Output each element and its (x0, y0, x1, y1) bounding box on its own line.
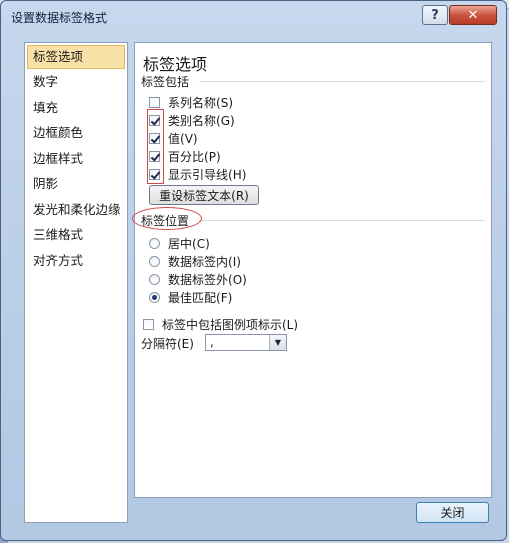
inside-end-label: 数据标签内 (168, 255, 229, 269)
separator-row: 分隔符(E) (141, 335, 194, 352)
best-fit-hotkey: (F) (216, 290, 233, 305)
outside-end-hotkey: (O) (228, 272, 247, 287)
sidebar-item-alignment[interactable]: 对齐方式 (25, 248, 127, 274)
sidebar-item-shadow[interactable]: 阴影 (25, 171, 127, 197)
sidebar-item-border-color[interactable]: 边框颜色 (25, 120, 127, 146)
category-sidebar: 标签选项 数字 填充 边框颜色 边框样式 阴影 发光和柔化边缘 三维格式 对齐方… (24, 42, 128, 523)
window-close-button[interactable]: ✕ (449, 5, 497, 25)
option-legend-key[interactable]: 标签中包括图例项标示(L) (143, 316, 298, 333)
dropdown-arrow-icon[interactable]: ▼ (269, 335, 286, 350)
close-button[interactable]: 关闭 (416, 502, 489, 523)
center-hotkey: (C) (192, 236, 210, 251)
legend-key-label: 标签中包括图例项标示(L) (162, 318, 299, 332)
separator-dropdown[interactable]: , ▼ (205, 334, 287, 351)
sidebar-item-label-options[interactable]: 标签选项 (27, 45, 125, 69)
help-icon: ? (431, 7, 439, 23)
position-inside-end[interactable]: 数据标签内 (I) (149, 253, 241, 270)
best-fit-label: 最佳匹配 (168, 291, 217, 305)
outside-end-label: 数据标签外 (168, 273, 229, 287)
series-name-hotkey: (S) (216, 95, 234, 110)
position-outside-end[interactable]: 数据标签外 (O) (149, 271, 247, 288)
percentage-hotkey: (P) (204, 149, 221, 164)
category-name-hotkey: (G) (216, 113, 235, 128)
sidebar-item-number[interactable]: 数字 (25, 69, 127, 95)
legend-key-checkbox[interactable] (143, 319, 154, 330)
inside-end-hotkey: (I) (228, 254, 241, 269)
outside-end-radio[interactable] (149, 274, 160, 285)
section-divider (199, 220, 485, 221)
series-name-checkbox[interactable] (149, 97, 160, 108)
value-label: 值 (168, 132, 181, 146)
leader-lines-hotkey: (H) (228, 167, 247, 182)
panel-title: 标签选项 (143, 55, 208, 74)
separator-label: 分隔符(E) (141, 337, 194, 351)
annotation-ellipse (132, 207, 202, 230)
value-hotkey: (V) (180, 131, 198, 146)
best-fit-radio[interactable] (149, 292, 160, 303)
annotation-box (147, 109, 164, 184)
center-label: 居中 (168, 237, 193, 251)
percentage-label: 百分比 (168, 150, 205, 164)
category-name-label: 类别名称 (168, 114, 217, 128)
sidebar-item-3d-format[interactable]: 三维格式 (25, 222, 127, 248)
reset-label-text-button[interactable]: 重设标签文本(R) (149, 185, 259, 205)
format-data-labels-dialog: 设置数据标签格式 ? ✕ 标签选项 数字 填充 边框颜色 边框样式 阴影 发光和… (0, 0, 507, 541)
title-bar: 设置数据标签格式 ? ✕ (1, 1, 506, 31)
leader-lines-label: 显示引导线 (168, 168, 229, 182)
center-radio[interactable] (149, 238, 160, 249)
close-icon: ✕ (467, 7, 479, 23)
help-button[interactable]: ? (422, 5, 448, 25)
section-divider (199, 81, 485, 82)
sidebar-item-border-style[interactable]: 边框样式 (25, 146, 127, 172)
inside-end-radio[interactable] (149, 256, 160, 267)
sidebar-item-glow[interactable]: 发光和柔化边缘 (25, 197, 127, 223)
label-options-panel: 标签选项 标签包括 系列名称 (S) 类别名称 (G) 值 (V) 百分比 (P) 显示… (134, 42, 492, 498)
position-best-fit[interactable]: 最佳匹配 (F) (149, 289, 232, 306)
separator-value: , (210, 335, 214, 349)
position-center[interactable]: 居中 (C) (149, 235, 210, 252)
dialog-title: 设置数据标签格式 (11, 11, 108, 25)
sidebar-item-fill[interactable]: 填充 (25, 95, 127, 121)
section-label-contains: 标签包括 (141, 75, 190, 89)
series-name-label: 系列名称 (168, 96, 217, 110)
